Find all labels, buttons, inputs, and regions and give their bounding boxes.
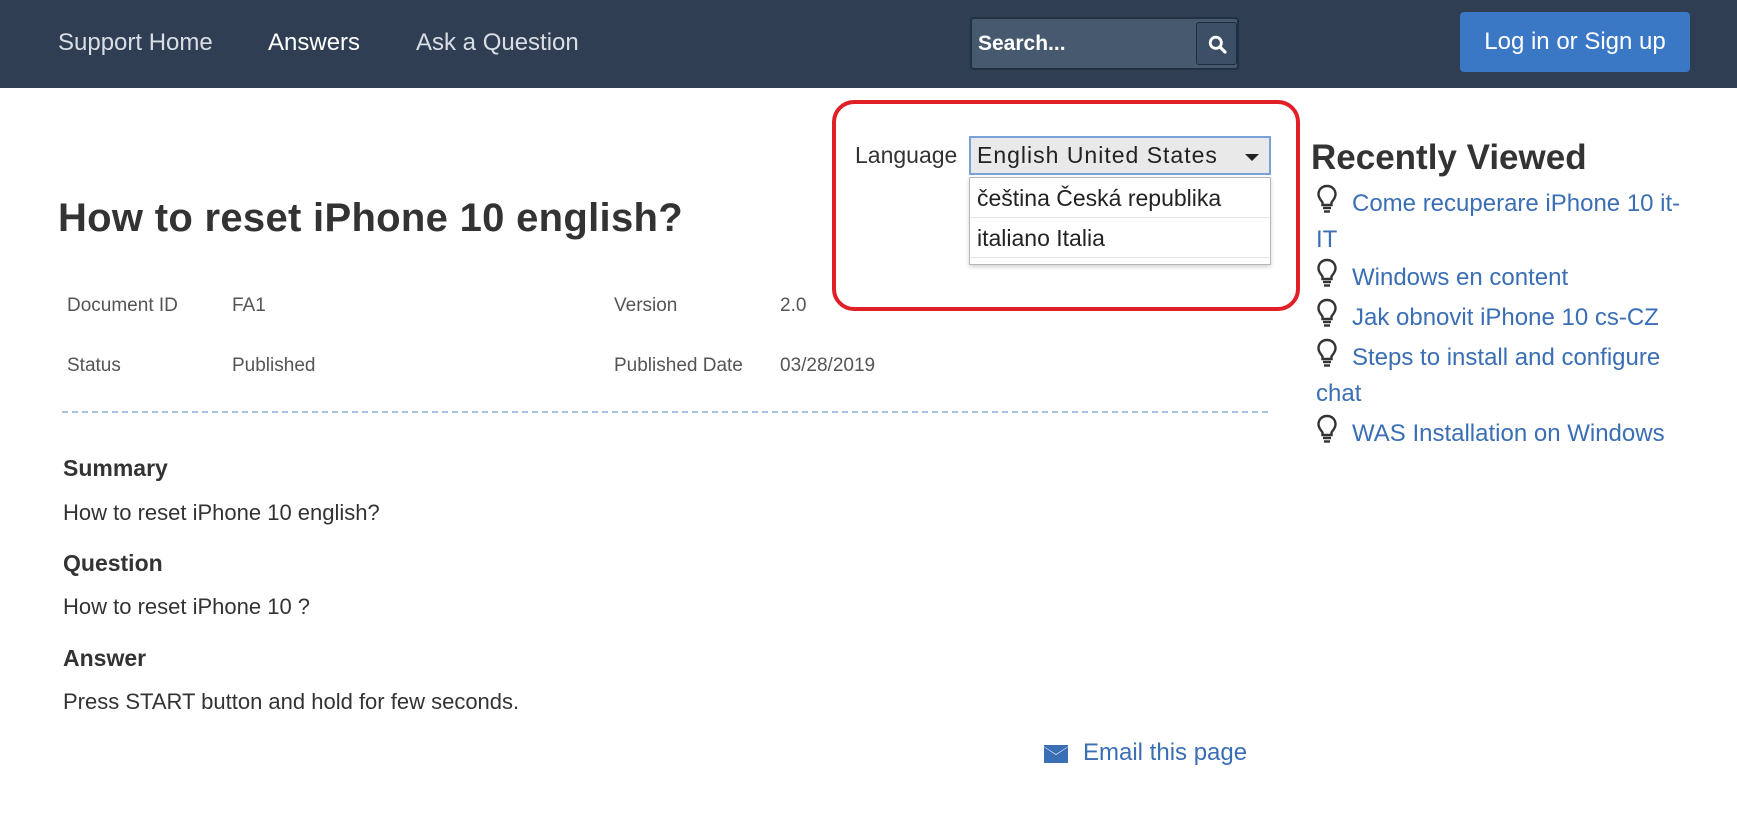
envelope-icon <box>1044 745 1068 763</box>
lightbulb-icon <box>1317 258 1337 287</box>
recent-item-label: Windows en content <box>1352 264 1569 291</box>
question-text: How to reset iPhone 10 ? <box>63 594 311 619</box>
lightbulb-icon <box>1317 184 1337 213</box>
language-select[interactable]: English United States <box>969 136 1271 175</box>
language-selected-value: English United States <box>977 142 1218 168</box>
nav-ask-question[interactable]: Ask a Question <box>416 28 579 58</box>
answer-text: Press START button and hold for few seco… <box>63 689 520 714</box>
recent-item[interactable]: Steps to install and configure chat <box>1316 338 1696 412</box>
published-date-label: Published Date <box>614 355 743 376</box>
caret-down-icon <box>1245 154 1259 161</box>
recent-item[interactable]: Come recuperare iPhone 10 it-IT <box>1316 184 1696 258</box>
language-label: Language <box>855 142 958 168</box>
language-dropdown-menu: čeština Česká republika italiano Italia <box>969 177 1271 265</box>
recent-item[interactable]: Jak obnovit iPhone 10 cs-CZ <box>1316 298 1696 336</box>
lightbulb-icon <box>1317 414 1337 443</box>
language-option-czech[interactable]: čeština Česká republika <box>970 178 1270 218</box>
page-title: How to reset iPhone 10 english? <box>58 196 683 240</box>
answer-heading: Answer <box>63 645 147 671</box>
top-navigation-bar: Support Home Answers Ask a Question Log … <box>0 0 1737 88</box>
search-button[interactable] <box>1196 22 1237 65</box>
recent-item[interactable]: Windows en content <box>1316 258 1696 296</box>
recently-viewed-title: Recently Viewed <box>1311 138 1587 177</box>
section-divider <box>62 411 1268 413</box>
email-page-label: Email this page <box>1083 739 1248 766</box>
recent-item-label: WAS Installation on Windows <box>1352 420 1665 447</box>
language-option-italian[interactable]: italiano Italia <box>970 218 1270 258</box>
search-icon <box>1208 35 1227 54</box>
status-value: Published <box>232 355 316 376</box>
nav-answers[interactable]: Answers <box>268 28 360 58</box>
search-box <box>970 17 1239 70</box>
lightbulb-icon <box>1317 298 1337 327</box>
version-value: 2.0 <box>780 295 807 316</box>
login-signup-button[interactable]: Log in or Sign up <box>1460 12 1690 72</box>
published-date-value: 03/28/2019 <box>780 355 876 376</box>
search-input[interactable] <box>972 19 1194 68</box>
recent-item-label: Jak obnovit iPhone 10 cs-CZ <box>1352 304 1659 331</box>
summary-heading: Summary <box>63 455 168 481</box>
summary-text: How to reset iPhone 10 english? <box>63 500 380 525</box>
lightbulb-icon <box>1317 338 1337 367</box>
document-id-value: FA1 <box>232 295 266 316</box>
nav-support-home[interactable]: Support Home <box>58 28 213 58</box>
document-id-label: Document ID <box>67 295 178 316</box>
recent-item[interactable]: WAS Installation on Windows <box>1316 414 1696 452</box>
version-label: Version <box>614 295 678 316</box>
status-label: Status <box>67 355 121 376</box>
recent-item-label: Steps to install and configure chat <box>1316 344 1661 407</box>
question-heading: Question <box>63 550 163 576</box>
recent-item-label: Come recuperare iPhone 10 it-IT <box>1316 190 1681 253</box>
